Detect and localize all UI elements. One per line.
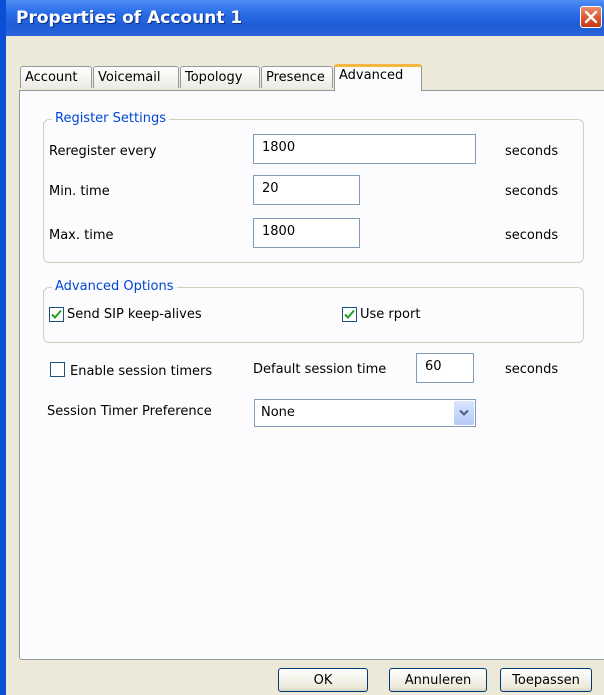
- session-timer-preference-label: Session Timer Preference: [47, 404, 212, 419]
- checkmark-icon: [344, 309, 355, 319]
- max-time-input[interactable]: 1800: [253, 218, 360, 248]
- dropdown-button[interactable]: [454, 401, 474, 425]
- advanced-options-legend: Advanced Options: [52, 279, 177, 294]
- register-settings-legend: Register Settings: [52, 111, 169, 126]
- window-title: Properties of Account 1: [16, 8, 243, 28]
- keepalive-checkbox[interactable]: [49, 307, 64, 322]
- min-time-input[interactable]: 20: [253, 175, 360, 205]
- default-session-time-unit: seconds: [505, 362, 559, 377]
- min-time-unit: seconds: [505, 184, 559, 199]
- rport-label: Use rport: [360, 307, 421, 322]
- max-time-label: Max. time: [49, 228, 114, 243]
- tab-voicemail[interactable]: Voicemail: [93, 66, 179, 88]
- properties-dialog: Properties of Account 1 Account Voicemai…: [0, 0, 604, 695]
- reregister-unit: seconds: [505, 144, 559, 159]
- advanced-panel: Register Settings Reregister every 1800 …: [19, 90, 604, 660]
- default-session-time-input[interactable]: 60: [416, 353, 474, 383]
- checkmark-icon: [51, 309, 62, 319]
- keepalive-label: Send SIP keep-alives: [67, 307, 202, 322]
- tab-topology-label: Topology: [185, 70, 243, 85]
- session-timer-preference-select[interactable]: None: [254, 399, 476, 427]
- rport-checkbox[interactable]: [342, 307, 357, 322]
- title-bar[interactable]: Properties of Account 1: [6, 0, 604, 36]
- session-timer-preference-value: None: [261, 405, 295, 420]
- max-time-unit: seconds: [505, 228, 559, 243]
- cancel-button[interactable]: Annuleren: [389, 668, 487, 692]
- enable-session-timers-label: Enable session timers: [70, 364, 213, 379]
- tab-advanced[interactable]: Advanced: [334, 64, 422, 91]
- tab-presence[interactable]: Presence: [261, 66, 333, 88]
- default-session-time-label: Default session time: [253, 362, 387, 377]
- enable-session-timers-checkbox[interactable]: [50, 362, 65, 377]
- tab-voicemail-label: Voicemail: [98, 70, 161, 85]
- min-time-label: Min. time: [49, 184, 110, 199]
- close-button[interactable]: [580, 6, 602, 28]
- ok-button[interactable]: OK: [278, 668, 368, 692]
- reregister-label: Reregister every: [49, 144, 157, 159]
- close-icon: [584, 10, 598, 24]
- tab-account-label: Account: [25, 70, 78, 85]
- tab-topology[interactable]: Topology: [180, 66, 260, 88]
- tab-presence-label: Presence: [266, 70, 325, 85]
- tab-account[interactable]: Account: [20, 66, 92, 88]
- apply-button[interactable]: Toepassen: [500, 668, 592, 692]
- reregister-input[interactable]: 1800: [253, 134, 476, 164]
- tab-advanced-label: Advanced: [339, 68, 404, 83]
- chevron-down-icon: [459, 409, 469, 416]
